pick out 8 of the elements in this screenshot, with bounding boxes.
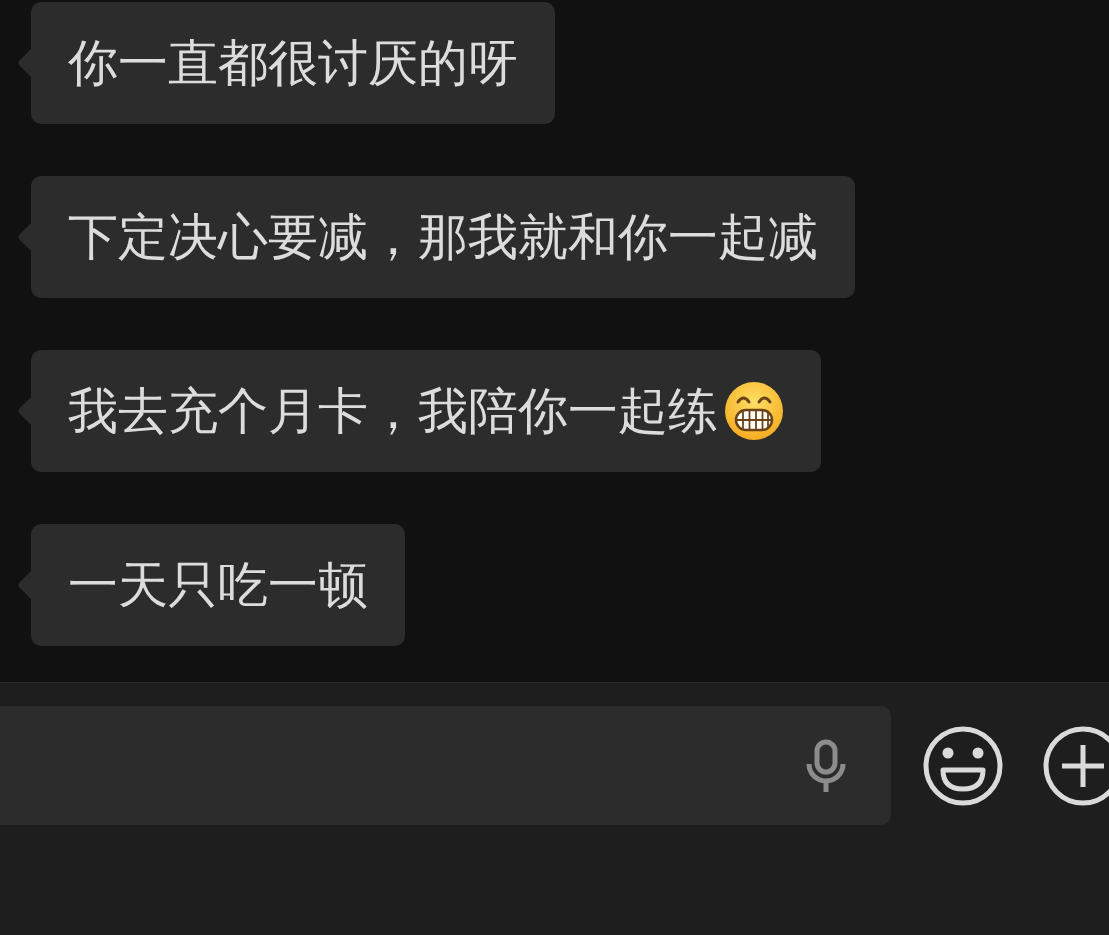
message-text: 下定决心要减，那我就和你一起减 [68,207,818,267]
smiley-face-icon[interactable] [922,725,1004,807]
message-text: 你一直都很讨厌的呀 [68,33,518,93]
message-input-field[interactable] [0,706,891,825]
message-text: 我去充个月卡，我陪你一起练 [68,381,718,441]
message-text: 一天只吃一顿 [68,555,368,615]
microphone-icon[interactable] [805,738,847,793]
plus-icon[interactable] [1042,725,1109,807]
